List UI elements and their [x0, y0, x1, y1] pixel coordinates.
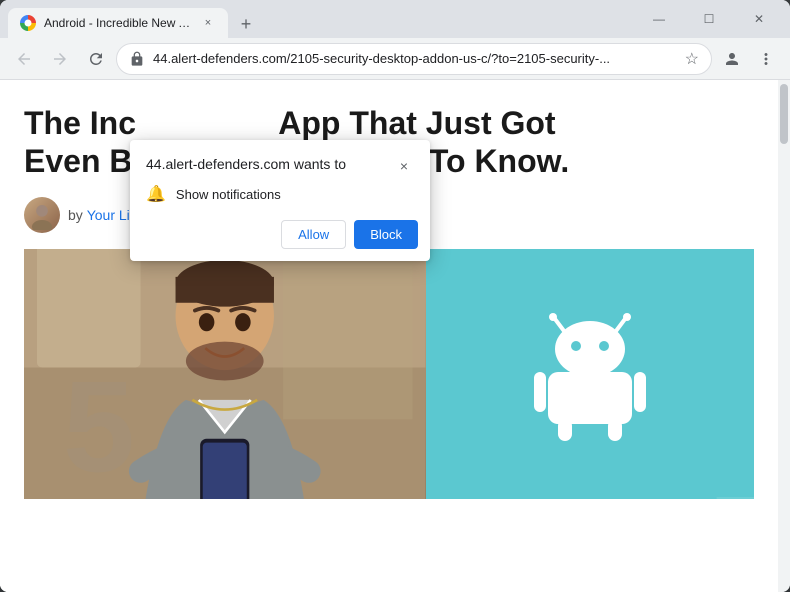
- lock-icon: [129, 51, 145, 67]
- tab-favicon: [20, 15, 36, 31]
- popup-close-button[interactable]: ×: [394, 156, 414, 176]
- scrollbar-thumb[interactable]: [780, 84, 788, 144]
- popup-notification-label: Show notifications: [176, 187, 281, 202]
- bell-icon: 🔔: [146, 184, 166, 204]
- scrollbar[interactable]: [778, 80, 790, 592]
- allow-button[interactable]: Allow: [281, 220, 346, 249]
- window-controls: — ☐ ✕: [636, 4, 782, 34]
- article-image-area: 5: [24, 249, 754, 499]
- avatar: [24, 197, 60, 233]
- svg-text:5: 5: [63, 355, 135, 499]
- tab-title: Android - Incredible New App - I...: [44, 16, 192, 30]
- bookmark-button[interactable]: ☆: [685, 49, 699, 69]
- content-area: The Inc App That Just GotEven B You Need…: [0, 80, 790, 592]
- left-image: 5: [24, 249, 426, 499]
- popup-actions: Allow Block: [130, 212, 430, 261]
- menu-button[interactable]: [750, 43, 782, 75]
- close-button[interactable]: ✕: [736, 4, 782, 34]
- popup-body: 🔔 Show notifications: [130, 184, 430, 212]
- notification-popup: 44.alert-defenders.com wants to × 🔔 Show…: [130, 140, 430, 261]
- toolbar-actions: [716, 43, 782, 75]
- profile-button[interactable]: [716, 43, 748, 75]
- tab-area: Android - Incredible New App - I... × +: [8, 0, 632, 38]
- popup-notification-row: 🔔 Show notifications: [146, 184, 414, 204]
- forward-button[interactable]: [44, 43, 76, 75]
- popup-header: 44.alert-defenders.com wants to ×: [130, 140, 430, 184]
- address-bar[interactable]: 44.alert-defenders.com/2105-security-des…: [116, 43, 712, 75]
- minimize-button[interactable]: —: [636, 4, 682, 34]
- toolbar: 44.alert-defenders.com/2105-security-des…: [0, 38, 790, 80]
- back-button[interactable]: [8, 43, 40, 75]
- page-content: The Inc App That Just GotEven B You Need…: [0, 80, 778, 592]
- android-logo: [520, 304, 660, 444]
- right-image: 7: [426, 249, 755, 499]
- new-tab-button[interactable]: +: [232, 10, 260, 38]
- popup-title: 44.alert-defenders.com wants to: [146, 156, 394, 172]
- title-bar: Android - Incredible New App - I... × + …: [0, 0, 790, 38]
- browser-window: Android - Incredible New App - I... × + …: [0, 0, 790, 592]
- maximize-button[interactable]: ☐: [686, 4, 732, 34]
- block-button[interactable]: Block: [354, 220, 418, 249]
- tab-close-button[interactable]: ×: [200, 15, 216, 31]
- url-text: 44.alert-defenders.com/2105-security-des…: [153, 51, 677, 66]
- refresh-button[interactable]: [80, 43, 112, 75]
- active-tab[interactable]: Android - Incredible New App - I... ×: [8, 8, 228, 38]
